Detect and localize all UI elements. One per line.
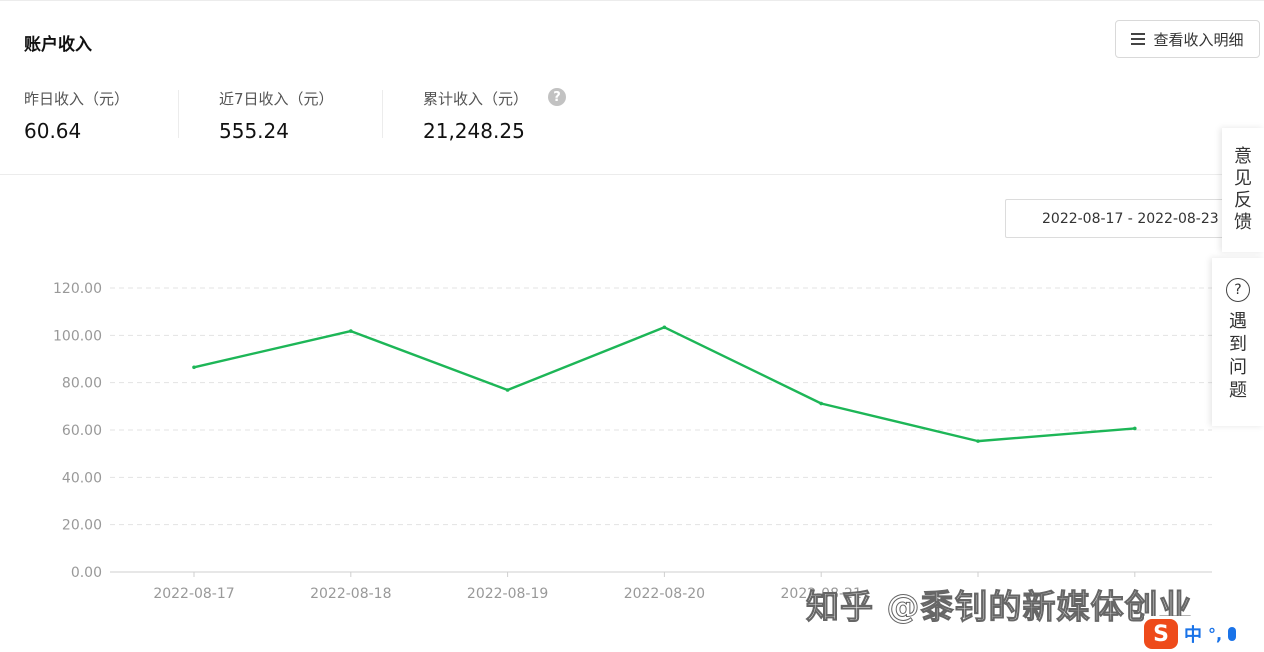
menu-icon [1131, 33, 1146, 45]
y-tick-label: 120.00 [53, 281, 102, 297]
data-point [505, 388, 510, 392]
watermark-text: 知乎 @黍钊的新媒体创业 [806, 587, 1193, 627]
income-series-line [193, 326, 1135, 443]
stat-divider [382, 90, 383, 138]
feedback-char: 意 [1234, 146, 1252, 167]
stat-yesterday: 昨日收入（元） 60.64 [24, 88, 129, 143]
feedback-char: 馈 [1234, 212, 1252, 233]
y-tick-label: 20.00 [62, 518, 102, 534]
stat-7days-value: 555.24 [219, 119, 289, 143]
help-char: 遇 [1229, 311, 1247, 332]
microphone-icon[interactable] [1228, 627, 1237, 641]
feedback-button[interactable]: 意 见 反 馈 [1222, 128, 1264, 252]
data-point [192, 365, 196, 370]
stat-7days: 近7日收入（元） 555.24 [219, 88, 334, 143]
help-char: 题 [1229, 380, 1247, 401]
stat-yesterday-label: 昨日收入（元） [24, 90, 130, 108]
question-circle-icon[interactable]: ? [548, 88, 566, 106]
help-button[interactable]: ? 遇 到 问 题 [1212, 258, 1264, 426]
data-point [1133, 426, 1137, 431]
ime-toolbar[interactable]: S 中 °, [1144, 616, 1264, 652]
ime-punct-indicator[interactable]: °, [1208, 625, 1222, 644]
x-tick-label: 2022-08-17 [153, 586, 234, 602]
ime-mode-indicator[interactable]: 中 [1184, 621, 1202, 647]
y-tick-label: 100.00 [53, 328, 102, 344]
date-range-picker[interactable]: 2022-08-17 - 2022-08-23 [1005, 199, 1245, 238]
stat-divider [178, 90, 179, 138]
income-line-chart: 120.00 100.00 80.00 60.00 40.00 20.00 0.00 2022… [53, 281, 1212, 602]
question-icon: ? [1226, 278, 1250, 302]
view-income-detail-button[interactable]: 查看收入明细 [1115, 20, 1260, 58]
help-char: 问 [1229, 357, 1247, 378]
page-title: 账户收入 [24, 35, 92, 55]
stat-total-value: 21,248.25 [423, 119, 525, 143]
top-border [0, 0, 1264, 1]
help-char: 到 [1229, 334, 1247, 355]
stat-yesterday-value: 60.64 [24, 119, 82, 143]
feedback-char: 见 [1234, 168, 1252, 189]
sogou-logo-icon: S [1144, 619, 1178, 649]
section-divider [0, 174, 1264, 175]
x-tick-label: 2022-08-18 [310, 586, 391, 602]
data-point [819, 401, 823, 406]
stat-total: 累计收入（元） 21,248.25 [423, 88, 528, 143]
y-tick-label: 60.00 [62, 423, 102, 439]
stat-7days-label: 近7日收入（元） [219, 90, 334, 108]
view-income-detail-label: 查看收入明细 [1153, 30, 1244, 49]
y-tick-label: 40.00 [62, 470, 102, 486]
feedback-char: 反 [1234, 190, 1252, 211]
data-point [349, 329, 353, 333]
y-tick-label: 80.00 [62, 376, 102, 392]
data-point [662, 325, 667, 330]
data-point [976, 439, 980, 443]
stat-total-label: 累计收入（元） [423, 90, 529, 108]
x-tick-label: 2022-08-20 [624, 586, 705, 602]
x-tick-label: 2022-08-19 [467, 586, 548, 602]
y-tick-label: 0.00 [71, 565, 102, 581]
